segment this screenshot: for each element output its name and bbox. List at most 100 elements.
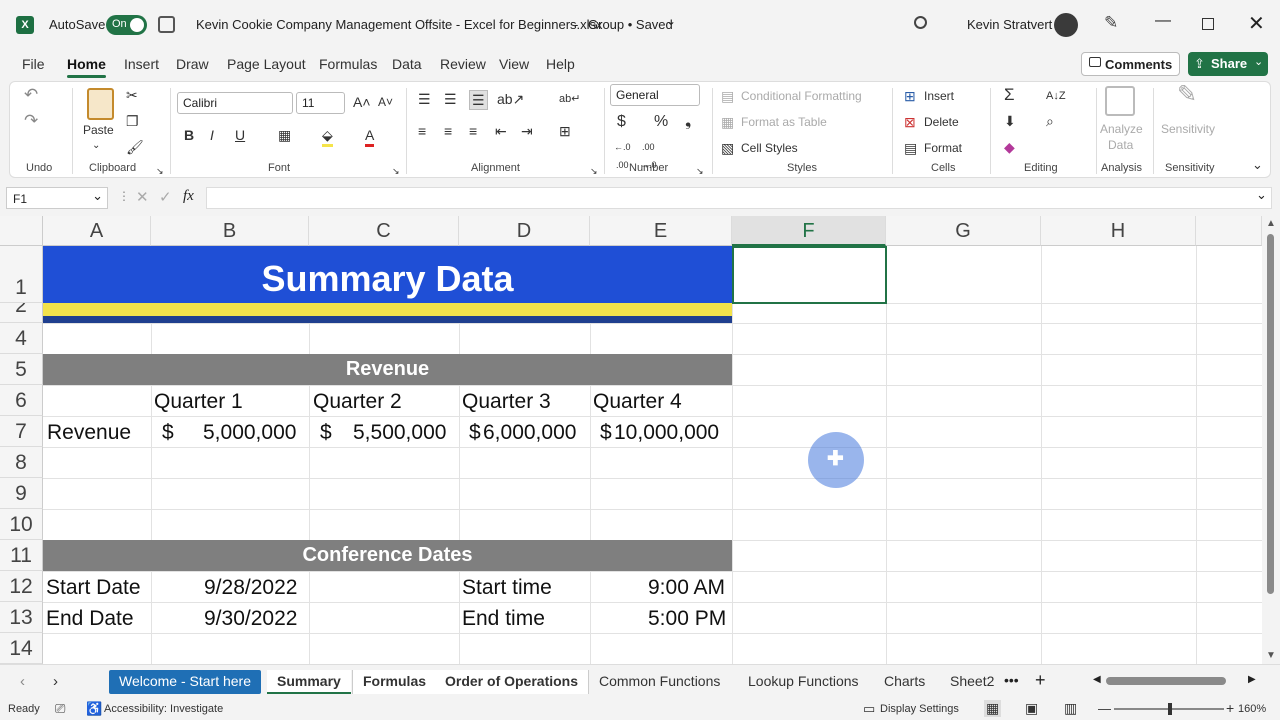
close-icon[interactable]: ✕ bbox=[1248, 11, 1265, 36]
expand-formula-bar-icon[interactable]: ⌄ bbox=[1256, 187, 1267, 203]
row-header-12[interactable]: 12 bbox=[0, 571, 43, 602]
autosum-icon[interactable]: Σ bbox=[1004, 86, 1015, 104]
tab-file[interactable]: File bbox=[22, 56, 45, 72]
start-date-label[interactable]: Start Date bbox=[46, 576, 141, 600]
row-header-1[interactable]: 1 bbox=[0, 246, 43, 303]
format-cells-icon[interactable]: ▤ bbox=[904, 139, 917, 157]
sheet-tab-welcome[interactable]: Welcome - Start here bbox=[109, 670, 262, 694]
end-time-value[interactable]: 5:00 PM bbox=[648, 607, 726, 631]
revenue-q1[interactable]: 5,000,000 bbox=[203, 421, 296, 445]
increase-indent-icon[interactable]: ⇥ bbox=[521, 122, 533, 140]
format-painter-icon[interactable]: 🖌 bbox=[126, 138, 144, 156]
end-date-value[interactable]: 9/30/2022 bbox=[204, 607, 297, 631]
scroll-thumb[interactable] bbox=[1267, 234, 1274, 594]
conditional-formatting-icon[interactable]: ▤ bbox=[721, 87, 734, 105]
column-header-f[interactable]: F bbox=[732, 216, 886, 246]
quarter-1-header[interactable]: Quarter 1 bbox=[154, 390, 243, 414]
column-header-c[interactable]: C bbox=[309, 216, 459, 246]
row-header-9[interactable]: 9 bbox=[0, 478, 43, 509]
underline-icon[interactable]: U bbox=[235, 126, 245, 144]
row-header-11[interactable]: 11 bbox=[0, 540, 43, 571]
redo-icon[interactable]: ↷ bbox=[24, 112, 38, 130]
chevron-down-icon[interactable]: ⌄ bbox=[92, 137, 100, 155]
orientation-icon[interactable]: ab↗ bbox=[497, 90, 524, 108]
align-center-icon[interactable]: ≡ bbox=[444, 122, 452, 140]
row-header-7[interactable]: 7 bbox=[0, 416, 43, 447]
zoom-slider[interactable] bbox=[1114, 703, 1224, 715]
sheet-tab-charts[interactable]: Charts bbox=[874, 670, 935, 694]
undo-icon[interactable]: ↶ bbox=[24, 86, 38, 104]
formula-input[interactable] bbox=[206, 187, 1272, 209]
user-name[interactable]: Kevin Stratvert bbox=[967, 17, 1052, 32]
more-sheets-icon[interactable]: ••• bbox=[1004, 672, 1019, 688]
format-as-table-button[interactable]: Format as Table bbox=[741, 115, 827, 129]
column-header-g[interactable]: G bbox=[886, 216, 1041, 246]
end-date-label[interactable]: End Date bbox=[46, 607, 134, 631]
sheet-tab-common-functions[interactable]: Common Functions bbox=[589, 670, 730, 694]
zoom-in-icon[interactable]: + bbox=[1226, 700, 1234, 716]
cut-icon[interactable]: ✂ bbox=[126, 86, 138, 104]
cell-styles-icon[interactable]: ▧ bbox=[721, 139, 734, 157]
row-header-5[interactable]: 5 bbox=[0, 354, 43, 385]
quarter-2-header[interactable]: Quarter 2 bbox=[313, 390, 402, 414]
cancel-icon[interactable]: ✕ bbox=[136, 188, 149, 206]
start-time-label[interactable]: Start time bbox=[462, 576, 552, 600]
find-select-icon[interactable]: ⌕ bbox=[1046, 112, 1054, 130]
scroll-left-icon[interactable]: ◀ bbox=[1093, 674, 1101, 685]
sort-filter-icon[interactable]: A↓Z bbox=[1046, 87, 1066, 105]
currency-icon[interactable]: $ bbox=[617, 113, 626, 131]
tab-help[interactable]: Help bbox=[546, 56, 575, 72]
search-icon[interactable] bbox=[914, 16, 927, 29]
align-bottom-icon[interactable]: ☰ bbox=[469, 90, 488, 110]
revenue-row-label[interactable]: Revenue bbox=[47, 421, 131, 445]
wrap-text-icon[interactable]: ab↵ bbox=[559, 90, 580, 108]
tab-view[interactable]: View bbox=[499, 56, 529, 72]
scroll-up-icon[interactable]: ▲ bbox=[1266, 218, 1276, 229]
chevron-down-icon[interactable]: ⌄ bbox=[666, 14, 676, 28]
row-header-2[interactable]: 2 bbox=[0, 303, 43, 323]
increase-font-icon[interactable]: A˄ bbox=[353, 93, 371, 111]
font-color-icon[interactable]: A bbox=[365, 126, 375, 147]
group-saved-status[interactable]: Group • Saved bbox=[588, 17, 673, 32]
column-header-b[interactable]: B bbox=[151, 216, 309, 246]
worksheet-grid[interactable]: A B C D E F G H 1 2 4 5 6 7 8 9 10 11 12… bbox=[0, 216, 1280, 664]
bold-icon[interactable]: B bbox=[184, 126, 194, 144]
zoom-out-icon[interactable]: — bbox=[1098, 701, 1111, 716]
start-time-value[interactable]: 9:00 AM bbox=[648, 576, 725, 600]
cell-styles-button[interactable]: Cell Styles bbox=[741, 141, 798, 155]
merge-center-icon[interactable]: ⊞ bbox=[559, 122, 571, 140]
tab-insert[interactable]: Insert bbox=[124, 56, 159, 72]
sensitivity-icon[interactable]: ✎ bbox=[1177, 83, 1197, 107]
scroll-right-icon[interactable]: ▶ bbox=[1248, 674, 1256, 685]
tab-draw[interactable]: Draw bbox=[176, 56, 209, 72]
name-box[interactable]: F1 ⌄ bbox=[6, 187, 108, 209]
analyze-data-label-2[interactable]: Data bbox=[1108, 138, 1133, 152]
dialog-launcher-icon[interactable]: ↘ bbox=[590, 162, 598, 180]
zoom-slider-thumb[interactable] bbox=[1168, 703, 1172, 715]
tab-data[interactable]: Data bbox=[392, 56, 422, 72]
title-banner[interactable]: Summary Data bbox=[43, 246, 732, 303]
macro-record-icon[interactable]: ⎚ bbox=[55, 701, 65, 717]
analyze-data-label-1[interactable]: Analyze bbox=[1100, 122, 1143, 136]
dialog-launcher-icon[interactable]: ↘ bbox=[156, 162, 164, 180]
enter-icon[interactable]: ✓ bbox=[159, 188, 172, 206]
column-header-d[interactable]: D bbox=[459, 216, 590, 246]
page-break-view-icon[interactable]: ▥ bbox=[1064, 700, 1077, 717]
revenue-q4[interactable]: 10,000,000 bbox=[614, 421, 719, 445]
share-button[interactable]: ⇪ Share ⌄ bbox=[1188, 52, 1268, 76]
paste-label[interactable]: Paste bbox=[83, 123, 114, 137]
delete-cells-button[interactable]: Delete bbox=[924, 115, 959, 129]
tab-formulas[interactable]: Formulas bbox=[319, 56, 377, 72]
row-header-8[interactable]: 8 bbox=[0, 447, 43, 478]
decrease-font-icon[interactable]: A˅ bbox=[378, 93, 393, 111]
row-header-6[interactable]: 6 bbox=[0, 385, 43, 416]
align-left-icon[interactable]: ≡ bbox=[418, 122, 426, 140]
insert-function-icon[interactable]: fx bbox=[183, 188, 194, 205]
comments-button[interactable]: Comments bbox=[1081, 52, 1180, 76]
normal-view-icon[interactable]: ▦ bbox=[984, 700, 1002, 717]
clear-icon[interactable]: ◆ bbox=[1004, 138, 1015, 156]
start-date-value[interactable]: 9/28/2022 bbox=[204, 576, 297, 600]
align-top-icon[interactable]: ☰ bbox=[418, 90, 431, 108]
add-sheet-icon[interactable]: + bbox=[1035, 670, 1046, 691]
display-settings-icon[interactable]: ▭ bbox=[863, 701, 875, 717]
